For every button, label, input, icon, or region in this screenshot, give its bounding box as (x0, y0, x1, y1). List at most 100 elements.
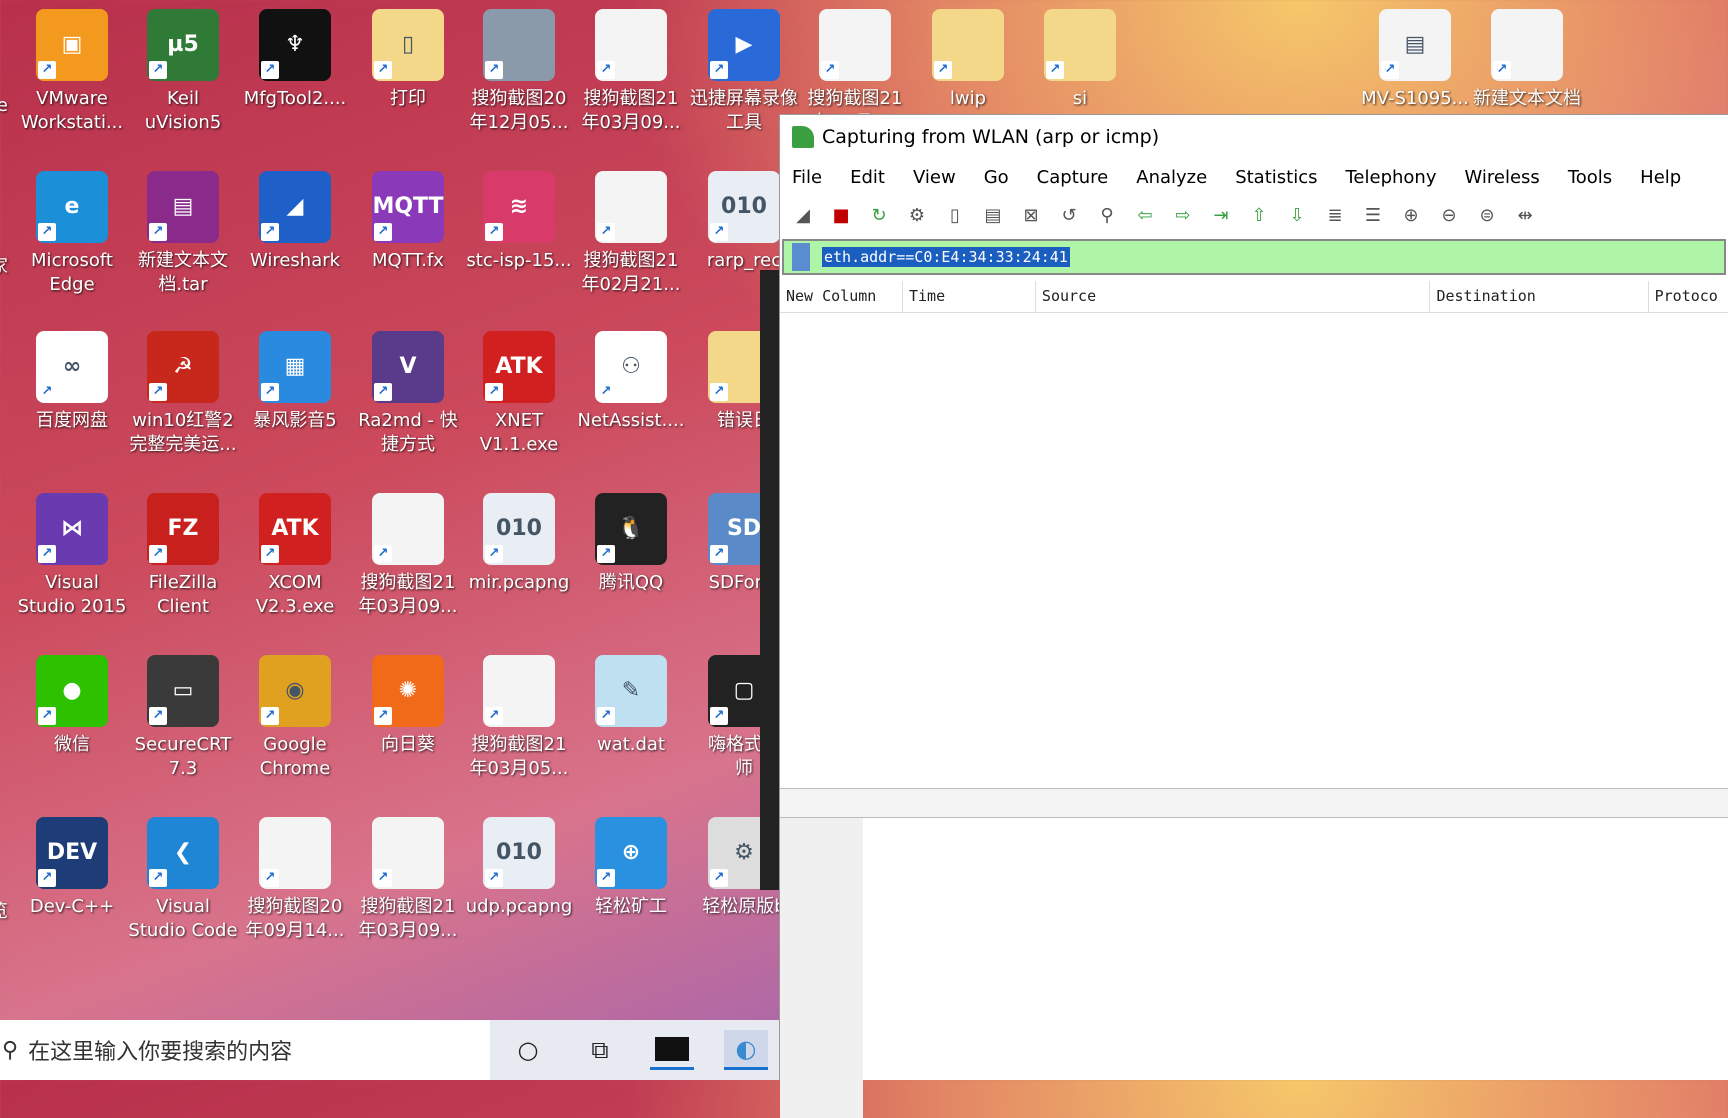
shortcut-arrow-icon: ↗ (374, 869, 392, 887)
desktop-icon[interactable]: ↗ 搜狗截图21 年02月21... (575, 171, 687, 297)
desktop-icon-image: µ5 ↗ (147, 9, 219, 81)
desktop-icon[interactable]: ▣ ↗ VMware Workstati... (16, 9, 128, 135)
desktop-icon[interactable]: ATK ↗ XCOM V2.3.exe (239, 493, 351, 619)
cortana-icon[interactable]: ○ (506, 1030, 550, 1070)
desktop-icon[interactable]: ✺ ↗ 向日葵 (352, 655, 464, 757)
desktop-icon[interactable]: µ5 ↗ Keil uVision5 (127, 9, 239, 135)
packet-details[interactable] (780, 818, 1728, 1118)
desktop-icon[interactable]: ♆ ↗ MfgTool2.... (239, 9, 351, 111)
menu-analyze[interactable]: Analyze (1136, 167, 1207, 188)
column-time[interactable]: Time (903, 281, 1036, 312)
display-filter-input[interactable]: eth.addr==C0:E4:34:33:24:41 (822, 247, 1070, 267)
desktop-icon[interactable]: ↗ si (1024, 9, 1136, 111)
desktop-icon[interactable]: 010 ↗ mir.pcapng (463, 493, 575, 595)
menu-file[interactable]: File (792, 167, 822, 188)
close-file-icon[interactable]: ⊠ (1016, 200, 1046, 230)
shortcut-arrow-icon: ↗ (374, 707, 392, 725)
last-packet-icon[interactable]: ⇩ (1282, 200, 1312, 230)
terminal-app-icon[interactable] (650, 1030, 694, 1070)
desktop-icon[interactable]: ↗ 搜狗截图21 年03月09... (575, 9, 687, 135)
packet-list[interactable] (780, 313, 1728, 788)
desktop-icon[interactable]: ⊕ ↗ 轻松矿工 (575, 817, 687, 919)
desktop-icon[interactable]: ● ↗ 微信 (16, 655, 128, 757)
desktop-icon[interactable]: 010 ↗ udp.pcapng (463, 817, 575, 919)
desktop-icon[interactable]: ↗ 搜狗截图21 年03月09... (352, 493, 464, 619)
desktop-icon-image: ▭ ↗ (147, 655, 219, 727)
desktop-icon[interactable]: ↗ 搜狗截图20 年12月05... (463, 9, 575, 135)
menu-help[interactable]: Help (1640, 167, 1681, 188)
menu-wireless[interactable]: Wireless (1464, 167, 1539, 188)
column-source[interactable]: Source (1036, 281, 1431, 312)
go-forward-icon[interactable]: ⇨ (1168, 200, 1198, 230)
desktop-icon[interactable]: ◉ ↗ Google Chrome (239, 655, 351, 781)
desktop-icon[interactable]: FZ ↗ FileZilla Client (127, 493, 239, 619)
bookmark-icon[interactable] (792, 243, 810, 271)
desktop-icon-label: Visual Studio 2015 (17, 572, 127, 617)
menu-statistics[interactable]: Statistics (1235, 167, 1317, 188)
desktop-icon[interactable]: MQTT ↗ MQTT.fx (352, 171, 464, 273)
title-bar[interactable]: Capturing from WLAN (arp or icmp) (780, 115, 1728, 159)
column-destination[interactable]: Destination (1430, 281, 1649, 312)
desktop-icon[interactable]: ↗ lwip (912, 9, 1024, 111)
colorize-icon[interactable]: ☰ (1358, 200, 1388, 230)
desktop-icon[interactable]: 🐧 ↗ 腾讯QQ (575, 493, 687, 595)
desktop-icon[interactable]: e ↗ Microsoft Edge (16, 171, 128, 297)
desktop-icon-label: 微信 (54, 734, 90, 755)
task-view-icon[interactable]: ⧉ (578, 1030, 622, 1070)
desktop-icon[interactable]: ∞ ↗ 百度网盘 (16, 331, 128, 433)
resize-columns-icon[interactable]: ⇹ (1510, 200, 1540, 230)
reload-file-icon[interactable]: ↺ (1054, 200, 1084, 230)
zoom-out-icon[interactable]: ⊖ (1434, 200, 1464, 230)
desktop-icon[interactable]: ⋈ ↗ Visual Studio 2015 (16, 493, 128, 619)
display-filter-bar[interactable]: eth.addr==C0:E4:34:33:24:41 (782, 239, 1726, 275)
desktop-icon-image: ▯ ↗ (372, 9, 444, 81)
start-capture-icon[interactable]: ◢ (788, 200, 818, 230)
desktop-icon[interactable]: ↗ 搜狗截图21 年03月05... (463, 655, 575, 781)
desktop-icon[interactable]: ❮ ↗ Visual Studio Code (127, 817, 239, 943)
desktop-icon[interactable]: DEV ↗ Dev-C++ (16, 817, 128, 919)
first-packet-icon[interactable]: ⇧ (1244, 200, 1274, 230)
pane-splitter[interactable] (780, 788, 1728, 818)
save-file-icon[interactable]: ▤ (978, 200, 1008, 230)
desktop-icon[interactable]: V ↗ Ra2md - 快 捷方式 (352, 331, 464, 457)
desktop-icon[interactable]: ◢ ↗ Wireshark (239, 171, 351, 273)
desktop-icon[interactable]: ☭ ↗ win10红警2 完整完美运... (127, 331, 239, 457)
window-title: Capturing from WLAN (arp or icmp) (822, 126, 1160, 148)
desktop-icon[interactable]: ▤ ↗ 新建文本文 档.tar (127, 171, 239, 297)
go-back-icon[interactable]: ⇦ (1130, 200, 1160, 230)
normal-size-icon[interactable]: ⊜ (1472, 200, 1502, 230)
menu-tools[interactable]: Tools (1568, 167, 1612, 188)
menu-capture[interactable]: Capture (1037, 167, 1109, 188)
menu-edit[interactable]: Edit (850, 167, 885, 188)
desktop-icon[interactable]: ↗ 搜狗截图20 年09月14... (239, 817, 351, 943)
desktop-icon-image: MQTT ↗ (372, 171, 444, 243)
desktop-icon[interactable]: ▯ ↗ 打印 (352, 9, 464, 111)
desktop-icon[interactable]: ↗ 新建文本文档 (1471, 9, 1583, 111)
wireshark-taskbar-icon[interactable]: ◐ (724, 1030, 768, 1070)
find-packet-icon[interactable]: ⚲ (1092, 200, 1122, 230)
desktop-icon[interactable]: ▭ ↗ SecureCRT 7.3 (127, 655, 239, 781)
desktop-icon-label: 搜狗截图21 年03月05... (469, 734, 569, 779)
desktop-icon[interactable]: ⚇ ↗ NetAssist.... (575, 331, 687, 433)
shortcut-arrow-icon: ↗ (38, 383, 56, 401)
desktop-icon[interactable]: ≋ ↗ stc-isp-15... (463, 171, 575, 273)
menu-view[interactable]: View (913, 167, 956, 188)
autoscroll-icon[interactable]: ≣ (1320, 200, 1350, 230)
taskbar-search-box[interactable]: ⚲ 在这里输入你要搜索的内容 (0, 1020, 490, 1080)
open-file-icon[interactable]: ▯ (940, 200, 970, 230)
desktop-icon[interactable]: ↗ 搜狗截图21 年03月09... (352, 817, 464, 943)
desktop-icon[interactable]: ATK ↗ XNET V1.1.exe (463, 331, 575, 457)
capture-options-icon[interactable]: ⚙ (902, 200, 932, 230)
zoom-in-icon[interactable]: ⊕ (1396, 200, 1426, 230)
column-new-column[interactable]: New Column (780, 281, 903, 312)
stop-capture-icon[interactable]: ■ (826, 200, 856, 230)
menu-telephony[interactable]: Telephony (1345, 167, 1436, 188)
desktop-icon[interactable]: ✎ ↗ wat.dat (575, 655, 687, 757)
column-protocol[interactable]: Protoco (1649, 281, 1728, 312)
shortcut-arrow-icon: ↗ (374, 545, 392, 563)
restart-capture-icon[interactable]: ↻ (864, 200, 894, 230)
desktop-icon[interactable]: ▤ ↗ MV-S1095... (1359, 9, 1471, 111)
go-to-packet-icon[interactable]: ⇥ (1206, 200, 1236, 230)
menu-go[interactable]: Go (984, 167, 1009, 188)
desktop-icon[interactable]: ▦ ↗ 暴风影音5 (239, 331, 351, 433)
